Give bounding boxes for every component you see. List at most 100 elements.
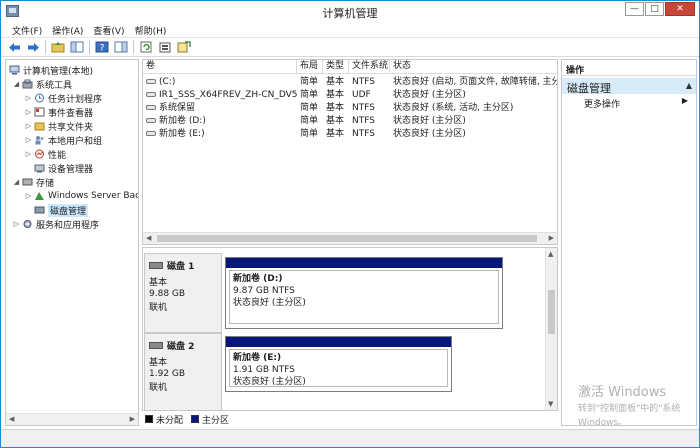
volume-name: (C:) [159,77,176,87]
tree-item-computer-management[interactable]: 计算机管理(本地) [8,63,93,77]
volume-cell: 新加卷 (D:) [143,115,297,127]
show-action-pane-icon[interactable] [113,40,129,55]
tree-label: 事件查看器 [48,108,94,119]
column-header-layout[interactable]: 布局 [297,60,323,73]
layout-cell: 简单 [300,129,319,139]
menu-bar: 文件(F) 操作(A) 查看(V) 帮助(H) [1,22,699,38]
scroll-left-icon[interactable]: ◀ [146,234,151,242]
title-bar[interactable]: 计算机管理 — □ ✕ [1,1,699,22]
filesystem-cell: NTFS [352,116,375,126]
tree-item-task-scheduler[interactable]: ▷ 任务计划程序 [24,91,102,105]
drive-icon [146,118,156,123]
tree-item-windows-server-backup[interactable]: ▷ Windows Server Back [24,189,139,203]
expand-arrow-icon[interactable]: ▷ [24,192,33,200]
collapse-arrow-icon[interactable]: ◢ [12,178,21,186]
close-button[interactable]: ✕ [665,2,695,16]
disk-kind: 基本 [149,358,168,368]
scroll-down-icon[interactable]: ▼ [548,400,553,408]
tree-item-event-viewer[interactable]: ▷ 事件查看器 [24,105,93,119]
properties-icon[interactable] [157,40,173,55]
tree-item-disk-management[interactable]: 磁盘管理 [33,203,89,217]
column-header-status[interactable]: 状态 [390,60,557,73]
column-header-filesystem[interactable]: 文件系统 [349,60,390,73]
expand-arrow-icon[interactable]: ▷ [24,94,33,102]
collapse-up-icon[interactable]: ▲ [686,81,692,90]
tree-label: 共享文件夹 [48,122,94,133]
volume-list-horizontal-scrollbar[interactable]: ◀ ▶ [143,232,557,244]
actions-section-disk-management[interactable]: 磁盘管理 ▲ [562,78,696,95]
tree-item-local-users[interactable]: ▷ 本地用户和组 [24,133,102,147]
scroll-up-icon[interactable]: ▲ [548,250,553,258]
tree-item-performance[interactable]: ▷ 性能 [24,147,66,161]
menu-view[interactable]: 查看(V) [88,22,129,37]
column-header-volume[interactable]: 卷 [143,60,297,73]
type-cell: 基本 [326,116,345,126]
tree-item-services[interactable]: ▷ 服务和应用程序 [12,217,99,231]
menu-action[interactable]: 操作(A) [47,22,88,37]
scrollbar-thumb[interactable] [548,290,555,334]
tree-item-shared-folders[interactable]: ▷ 共享文件夹 [24,119,93,133]
computer-management-window: 计算机管理 — □ ✕ 文件(F) 操作(A) 查看(V) 帮助(H) ? 计算… [0,0,700,448]
show-tree-icon[interactable] [69,40,85,55]
volume-row[interactable]: 新加卷 (D:) 简单 基本 NTFS 状态良好 (主分区) [143,115,557,127]
volume-row[interactable]: (C:) 简单 基本 NTFS 状态良好 (启动, 页面文件, 故障转储, 主分… [143,76,557,88]
disk-view-vertical-scrollbar[interactable]: ▲ ▼ [545,248,557,410]
volume-cell: IR1_SSS_X64FREV_ZH-CN_DV5 (U:) [143,89,297,101]
submenu-arrow-icon: ▶ [681,96,688,105]
disk-2-label[interactable]: 磁盘 2 基本 1.92 GB 联机 [144,333,222,410]
partition-e[interactable]: 新加卷 (E:) 1.91 GB NTFS 状态良好 (主分区) [225,336,452,392]
forward-arrow-icon[interactable] [25,40,41,55]
tree-label: Windows Server Back [48,191,139,201]
collapse-arrow-icon[interactable]: ◢ [12,80,21,88]
up-folder-icon[interactable] [50,40,66,55]
expand-arrow-icon[interactable]: ▷ [24,108,33,116]
scroll-right-icon[interactable]: ▶ [549,234,554,242]
toolbar-separator [45,40,46,54]
svg-text:?: ? [100,44,105,54]
volume-row[interactable]: IR1_SSS_X64FREV_ZH-CN_DV5 (U:) 简单 基本 UDF… [143,89,557,101]
scroll-left-icon[interactable]: ◀ [9,415,14,423]
tree-item-storage[interactable]: ◢ 存储 [12,175,54,189]
filesystem-cell: NTFS [352,77,375,87]
tree-label: 计算机管理(本地) [23,66,94,77]
services-icon [22,219,33,229]
expand-arrow-icon[interactable]: ▷ [24,136,33,144]
back-arrow-icon[interactable] [6,40,22,55]
optical-drive-icon [146,92,156,97]
volume-row[interactable]: 新加卷 (E:) 简单 基本 NTFS 状态良好 (主分区) [143,128,557,140]
more-actions-label: 更多操作 [584,100,621,110]
scrollbar-thumb[interactable] [157,235,537,242]
tree-label: 本地用户和组 [48,136,103,147]
volume-row[interactable]: 系统保留 简单 基本 NTFS 状态良好 (系统, 活动, 主分区) [143,102,557,114]
expand-arrow-icon[interactable]: ▷ [24,150,33,158]
export-icon[interactable] [176,40,192,55]
tree-horizontal-scrollbar[interactable]: ◀ ▶ [6,413,138,425]
refresh-icon[interactable] [138,40,154,55]
minimize-button[interactable]: — [625,2,644,16]
menu-file[interactable]: 文件(F) [7,22,47,37]
expand-arrow-icon[interactable]: ▷ [24,122,33,130]
maximize-button[interactable]: □ [645,2,664,16]
tree-item-device-manager[interactable]: 设备管理器 [33,161,93,175]
device-manager-icon [34,163,45,173]
partition-legend: 未分配 主分区 [142,412,558,426]
volume-list-header: 卷 布局 类型 文件系统 状态 [143,60,557,74]
window-controls: — □ ✕ [624,2,695,16]
volume-name: IR1_SSS_X64FREV_ZH-CN_DV5 (U:) [159,90,297,100]
expand-arrow-icon[interactable]: ▷ [12,220,21,228]
partition-d[interactable]: 新加卷 (D:) 9.87 GB NTFS 状态良好 (主分区) [225,257,503,329]
toolbar-separator [133,40,134,54]
more-actions[interactable]: 更多操作 ▶ [562,94,696,110]
disk-name: 磁盘 1 [167,262,195,272]
primary-swatch [191,415,200,423]
partition-details: 新加卷 (D:) 9.87 GB NTFS 状态良好 (主分区) [229,270,499,324]
filesystem-cell: UDF [352,90,371,100]
column-header-type[interactable]: 类型 [323,60,349,73]
actions-header: 操作 [562,60,696,76]
help-icon[interactable]: ? [94,40,110,55]
tree-item-system-tools[interactable]: ◢ 系统工具 [12,77,72,91]
scroll-right-icon[interactable]: ▶ [130,415,135,423]
disk-1-label[interactable]: 磁盘 1 基本 9.88 GB 联机 [144,253,222,333]
menu-help[interactable]: 帮助(H) [130,22,172,37]
primary-partition-bar [226,258,502,268]
